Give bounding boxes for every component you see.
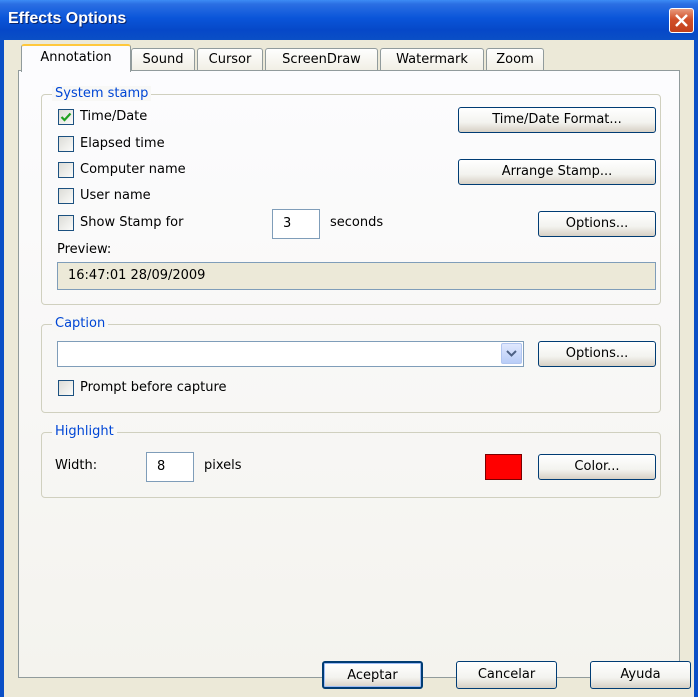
highlight-width-input[interactable]: 8 (146, 452, 194, 482)
highlight-color-swatch (485, 454, 522, 480)
ayuda-button[interactable]: Ayuda (590, 661, 691, 689)
aceptar-button[interactable]: Aceptar (322, 661, 423, 689)
elapsed-time-label: Elapsed time (80, 136, 165, 151)
caption-options-button[interactable]: Options... (538, 341, 656, 367)
window-frame-left (0, 40, 4, 697)
tab-watermark[interactable]: Watermark (380, 48, 484, 70)
show-stamp-label: Show Stamp for (80, 215, 184, 230)
user-name-checkbox[interactable] (58, 188, 74, 204)
tab-screendraw[interactable]: ScreenDraw (265, 48, 378, 70)
user-name-label: User name (80, 188, 151, 203)
show-stamp-checkbox[interactable] (58, 215, 74, 231)
highlight-legend: Highlight (52, 424, 117, 439)
caption-group: Caption Options... Prompt before capture (41, 316, 661, 413)
tab-sound[interactable]: Sound (131, 48, 195, 70)
system-stamp-group: System stamp Time/Date Elapsed time Comp… (41, 86, 661, 305)
tab-zoom[interactable]: Zoom (486, 48, 544, 70)
computer-name-checkbox[interactable] (58, 162, 74, 178)
time-date-checkbox[interactable] (58, 109, 74, 125)
pixels-label: pixels (204, 458, 242, 473)
title-bar[interactable]: Effects Options (0, 0, 698, 40)
highlight-group: Highlight Width: 8 pixels Color... (41, 424, 661, 498)
seconds-label: seconds (330, 215, 384, 230)
window-frame-right (694, 40, 698, 697)
preview-field: 16:47:01 28/09/2009 (57, 262, 656, 290)
tab-cursor[interactable]: Cursor (197, 48, 263, 70)
computer-name-label: Computer name (80, 162, 186, 177)
width-label: Width: (55, 458, 98, 473)
caption-dropdown-button[interactable] (501, 343, 522, 364)
effects-options-dialog: Effects Options Annotation Sound Cursor … (0, 0, 698, 697)
checkmark-icon (60, 112, 72, 122)
time-date-format-button[interactable]: Time/Date Format... (458, 107, 656, 133)
close-button[interactable] (669, 8, 694, 33)
caption-legend: Caption (52, 316, 109, 331)
prompt-before-capture-checkbox[interactable] (58, 380, 74, 396)
show-stamp-seconds-input[interactable]: 3 (272, 209, 320, 239)
time-date-label: Time/Date (80, 109, 148, 124)
window-title: Effects Options (8, 10, 127, 27)
chevron-down-icon (506, 350, 517, 357)
prompt-before-capture-label: Prompt before capture (80, 380, 227, 395)
elapsed-time-checkbox[interactable] (58, 136, 74, 152)
system-stamp-legend: System stamp (52, 86, 152, 101)
cancelar-button[interactable]: Cancelar (456, 661, 557, 689)
tab-annotation[interactable]: Annotation (21, 44, 131, 72)
annotation-panel: System stamp Time/Date Elapsed time Comp… (18, 70, 680, 678)
caption-select[interactable] (57, 341, 524, 367)
highlight-color-button[interactable]: Color... (538, 454, 656, 480)
preview-label: Preview: (57, 242, 112, 257)
system-stamp-options-button[interactable]: Options... (538, 211, 656, 237)
arrange-stamp-button[interactable]: Arrange Stamp... (458, 159, 656, 185)
close-icon (675, 14, 688, 27)
